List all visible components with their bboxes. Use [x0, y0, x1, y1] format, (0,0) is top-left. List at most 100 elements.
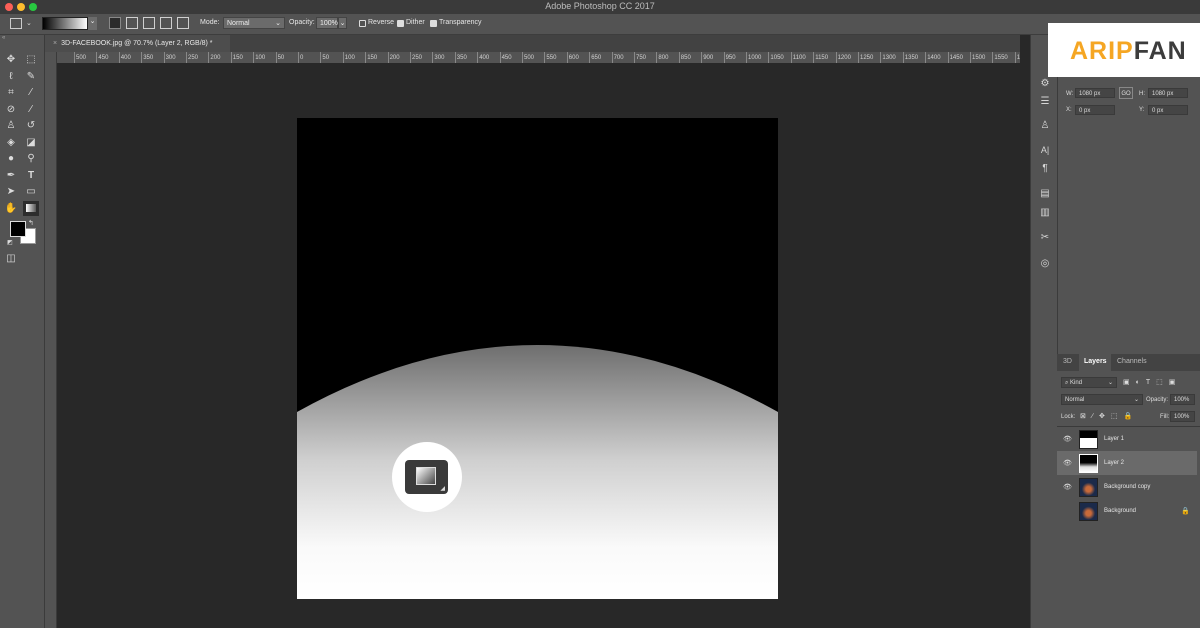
healing-brush-tool-icon[interactable]: ⊘	[4, 103, 18, 117]
path-selection-tool-icon[interactable]: ➤	[4, 185, 18, 199]
layer-row[interactable]: 👁 Layer 1	[1057, 427, 1197, 451]
visibility-eye-icon[interactable]: 👁	[1063, 459, 1072, 467]
document-canvas[interactable]	[297, 118, 778, 599]
height-input[interactable]: 1080 px	[1148, 88, 1188, 98]
type-tool-icon[interactable]: T	[24, 169, 38, 183]
dodge-tool-icon[interactable]: ⚲	[24, 152, 38, 166]
mode-label: Mode:	[200, 19, 220, 26]
hand-tool-icon[interactable]: ✋	[4, 202, 18, 216]
layer-row[interactable]: Background 🔒	[1057, 499, 1197, 523]
quick-mask-icon[interactable]: ◫	[4, 252, 18, 266]
mode-select[interactable]: Normal ⌄	[223, 17, 285, 29]
adjustments-icon[interactable]: ⚙	[1038, 77, 1052, 91]
gradient-picker-chevron-icon[interactable]: ⌄	[88, 17, 97, 30]
x-input[interactable]: 0 px	[1075, 105, 1115, 115]
crop-tool-icon[interactable]: ⌗	[4, 86, 18, 100]
preset-dropdown-chevron-icon[interactable]: ⌄	[26, 19, 32, 27]
tab-3d[interactable]: 3D	[1063, 358, 1072, 365]
foreground-color-swatch[interactable]	[10, 221, 26, 237]
blend-mode-select[interactable]: Normal ⌄	[1061, 394, 1143, 405]
fill-input[interactable]: 100%	[1170, 411, 1195, 422]
ruler-tick-mark	[858, 52, 859, 63]
layer-opacity-input[interactable]: 100%	[1170, 394, 1195, 405]
ruler-tick-mark	[477, 52, 479, 63]
gradient-tool-active-icon[interactable]	[23, 201, 39, 216]
gradient-picker[interactable]	[42, 17, 88, 30]
logo-text-dark: FAN	[1133, 37, 1187, 65]
sliders-icon[interactable]: ☰	[1038, 95, 1052, 109]
tab-channels[interactable]: Channels	[1117, 358, 1147, 365]
opacity-input[interactable]: 100%	[316, 17, 338, 29]
eraser-tool-icon[interactable]: ◈	[4, 136, 18, 150]
visibility-eye-icon[interactable]: 👁	[1063, 435, 1072, 443]
ruler-tick-label: 160	[1016, 55, 1020, 61]
y-input[interactable]: 0 px	[1148, 105, 1188, 115]
close-tab-icon[interactable]: ×	[53, 40, 57, 47]
y-label: Y:	[1139, 107, 1145, 113]
ruler-tick-label: 300	[434, 55, 445, 61]
angle-gradient-button[interactable]	[143, 17, 155, 29]
collapse-arrows-icon[interactable]: «	[2, 35, 5, 41]
gradient-tool-callout: ◢	[392, 442, 462, 512]
filter-kind-select[interactable]: ⌕ Kind ⌄	[1061, 377, 1117, 388]
clone-stamp-tool-icon[interactable]: ♙	[4, 119, 18, 133]
transparency-checkbox[interactable]	[430, 20, 437, 27]
linear-gradient-button[interactable]	[109, 17, 121, 29]
visibility-eye-icon[interactable]: 👁	[1063, 483, 1072, 491]
ruler-tick-mark	[96, 52, 98, 63]
swap-colors-icon[interactable]: ↰	[28, 219, 34, 227]
3d-panel-icon[interactable]: ◎	[1038, 257, 1052, 271]
fill-label: Fill:	[1160, 414, 1170, 420]
layer-row[interactable]: 👁 Background copy	[1057, 475, 1197, 499]
notes-icon[interactable]: ▥	[1038, 206, 1052, 220]
width-input[interactable]: 1080 px	[1075, 88, 1115, 98]
layer-name: Layer 1	[1104, 436, 1125, 442]
opacity-chevron-icon[interactable]: ⌄	[338, 17, 347, 29]
ruler-tick-label: 1350	[904, 55, 919, 61]
lock-icons[interactable]: ⊠∕✥⬚🔒	[1080, 412, 1138, 420]
pen-tool-icon[interactable]: ✒	[4, 169, 18, 183]
ruler-tick-label: 900	[703, 55, 714, 61]
ruler-tick-label: 1250	[860, 55, 874, 61]
ruler-tick-label: 550	[546, 55, 557, 61]
link-dimensions-icon[interactable]: GO	[1119, 87, 1133, 99]
tools-presets-icon[interactable]: ✂	[1038, 231, 1052, 245]
dither-checkbox[interactable]	[397, 20, 404, 27]
reflected-gradient-button[interactable]	[160, 17, 172, 29]
marquee-tool-icon[interactable]: ⬚	[24, 53, 38, 67]
document-tab[interactable]: × 3D-FACEBOOK.jpg @ 70.7% (Layer 2, RGB/8…	[45, 35, 230, 52]
diamond-gradient-button[interactable]	[177, 17, 189, 29]
filter-icons[interactable]: ▣◐T⬚▣	[1123, 378, 1181, 386]
gradient-tool-preset-icon[interactable]	[10, 18, 22, 29]
radial-gradient-button[interactable]	[126, 17, 138, 29]
brush-tool-icon[interactable]: ∕	[24, 103, 38, 117]
transparency-label: Transparency	[439, 19, 482, 26]
ruler-tick-label: 650	[591, 55, 602, 61]
ruler-tick-label: 700	[613, 55, 624, 61]
reverse-checkbox[interactable]	[359, 20, 366, 27]
layer-row-selected[interactable]: 👁 Layer 2	[1057, 451, 1197, 475]
ruler-tick-mark	[544, 52, 546, 63]
blur-tool-icon[interactable]: ●	[4, 152, 18, 166]
character-panel-icon[interactable]: A|	[1038, 143, 1052, 157]
vertical-ruler	[45, 52, 57, 628]
rectangle-tool-icon[interactable]: ▭	[24, 185, 38, 199]
width-label: W:	[1066, 91, 1074, 97]
quick-selection-tool-icon[interactable]: ✎	[24, 70, 38, 84]
libraries-icon[interactable]: ▤	[1038, 187, 1052, 201]
clone-source-icon[interactable]: ♙	[1038, 119, 1052, 133]
ruler-tick-label: 950	[725, 55, 736, 61]
move-tool-icon[interactable]: ✥	[4, 53, 18, 67]
eyedropper-tool-icon[interactable]: ⁄	[24, 86, 38, 100]
tab-layers[interactable]: Layers	[1084, 358, 1107, 365]
ruler-tick-label: 150	[232, 55, 243, 61]
layers-panel: 3D Layers Channels ⌕ Kind ⌄ ▣◐T⬚▣ Normal ⌄…	[1057, 354, 1200, 628]
title-bar: Adobe Photoshop CC 2017	[0, 0, 1200, 15]
gradient-fill-tool-icon[interactable]: ◪	[24, 136, 38, 150]
default-colors-icon[interactable]: ◩	[7, 239, 13, 246]
paragraph-panel-icon[interactable]: ¶	[1038, 162, 1052, 176]
ruler-tick-label: 1200	[837, 55, 851, 61]
ruler-tick-label: 1500	[972, 55, 986, 61]
lasso-tool-icon[interactable]: ℓ	[4, 70, 18, 84]
history-brush-tool-icon[interactable]: ↺	[24, 119, 38, 133]
